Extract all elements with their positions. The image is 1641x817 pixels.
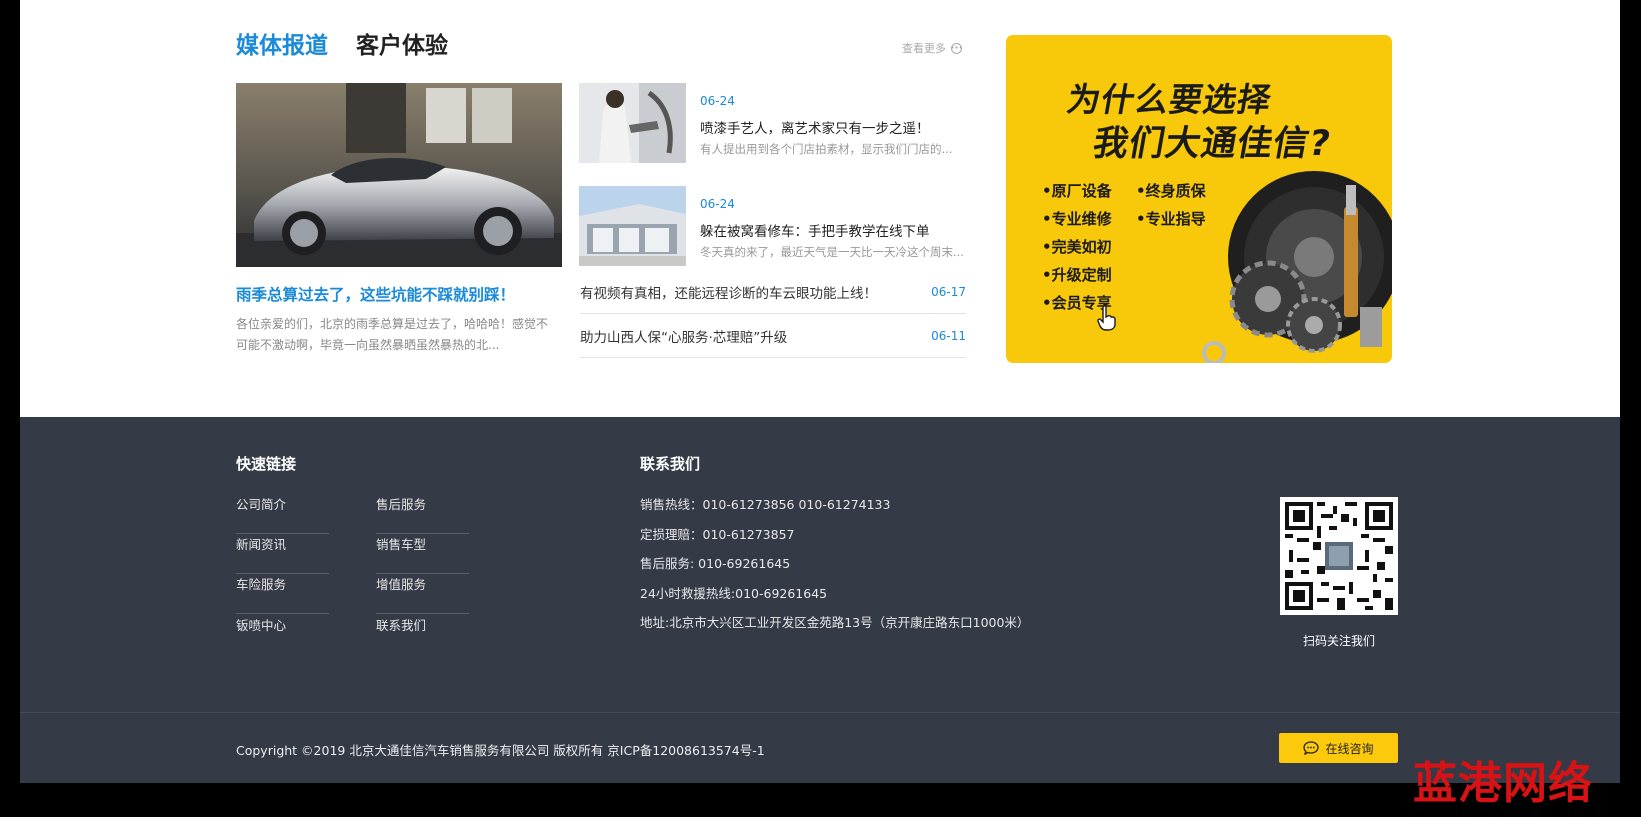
store-photo-icon: [579, 186, 686, 266]
news-list-date: 06-11: [931, 329, 966, 343]
banner-feature: •原厂设备: [1042, 182, 1112, 200]
footer-link-label: 增值服务: [376, 577, 427, 592]
banner-feature: •专业维修: [1042, 210, 1112, 228]
news-thumbnail-painting[interactable]: [579, 83, 686, 163]
footer-link-label: 车险服务: [236, 577, 287, 592]
footer-link-label: 销售车型: [376, 537, 427, 552]
contact-heading: 联系我们: [640, 455, 701, 473]
news-tabs: 媒体报道 客户体验: [236, 26, 448, 60]
tab-customer-experience[interactable]: 客户体验: [356, 26, 448, 60]
contact-sales-hotline: 销售热线：010-61273856 010-61274133: [640, 497, 891, 512]
footer-link-news[interactable]: 新闻资讯: [236, 534, 329, 574]
news-section: 媒体报道 客户体验 查看更多 ••• 雨季总算过去了，这些坑能不踩就别踩！ 各位…: [20, 0, 1620, 417]
watermark-text: 蓝港网络: [1413, 758, 1593, 809]
wechat-qr-code: [1280, 497, 1398, 615]
footer-link-label: 钣喷中心: [236, 618, 287, 633]
contact-address: 地址:北京市大兴区工业开发区金苑路13号（京开康庄路东口1000米）: [640, 615, 1030, 630]
online-consult-button[interactable]: 在线咨询: [1279, 733, 1398, 763]
news-item-description: 有人提出用到各个门店拍素材，显示我们门店的...: [700, 142, 953, 156]
more-icon: •••: [950, 42, 963, 54]
footer-link-value-added[interactable]: 增值服务: [376, 574, 469, 614]
chat-bubble-icon: [1303, 741, 1320, 755]
featured-image[interactable]: [236, 83, 562, 267]
footer-link-label: 公司简介: [236, 497, 287, 512]
footer-link-paint-center[interactable]: 钣喷中心: [236, 615, 329, 655]
view-more-label: 查看更多: [902, 42, 946, 55]
banner-headline-1: 为什么要选择: [1064, 80, 1275, 119]
footer-link-after-sales[interactable]: 售后服务: [376, 494, 469, 534]
news-list-item[interactable]: 助力山西人保“心服务·芯理赔”升级 06-11: [580, 315, 966, 358]
hand-cursor-icon: [1097, 305, 1116, 331]
news-item-description: 冬天真的来了，最近天气是一天比一天冷这个周末...: [700, 245, 964, 259]
online-consult-label: 在线咨询: [1325, 741, 1374, 756]
copyright-text: Copyright ©2019 北京大通佳信汽车销售服务有限公司 版权所有 京I…: [236, 743, 765, 758]
news-item-date: 06-24: [700, 94, 735, 108]
footer-link-label: 新闻资讯: [236, 537, 287, 552]
footer-link-label: 售后服务: [376, 497, 427, 512]
view-more-link[interactable]: 查看更多 •••: [902, 40, 963, 56]
tab-media-reports[interactable]: 媒体报道: [236, 26, 328, 60]
news-item-date: 06-24: [700, 197, 735, 211]
qr-code-icon: [1285, 502, 1393, 610]
featured-title[interactable]: 雨季总算过去了，这些坑能不踩就别踩！: [236, 283, 566, 305]
banner-feature: •完美如初: [1042, 238, 1112, 256]
site-footer: 快速链接 公司简介 售后服务 新闻资讯 销售车型 车险服务 增值服务 钣喷中心 …: [20, 417, 1620, 783]
news-list-title: 助力山西人保“心服务·芯理赔”升级: [580, 330, 788, 346]
qr-caption: 扫码关注我们: [1302, 634, 1375, 648]
news-list-title: 有视频有真相，还能远程诊断的车云眼功能上线！: [580, 286, 877, 302]
tire-and-gears-icon: [1202, 171, 1392, 363]
news-item-title[interactable]: 躲在被窝看修车：手把手教学在线下单: [700, 220, 970, 240]
why-choose-us-banner[interactable]: 为什么要选择 我们大通佳信? •原厂设备 •终身质保 •专业维修 •专业指导 •…: [1006, 35, 1392, 363]
featured-description: 各位亲爱的们，北京的雨季总算是过去了，哈哈哈！感觉不可能不激动啊，毕竟一向虽然暴…: [236, 317, 549, 352]
footer-link-about[interactable]: 公司简介: [236, 494, 329, 534]
footer-divider: [20, 712, 1620, 713]
painting-photo-icon: [579, 83, 686, 163]
news-list-item[interactable]: 有视频有真相，还能远程诊断的车云眼功能上线！ 06-17: [580, 271, 966, 314]
page: 媒体报道 客户体验 查看更多 ••• 雨季总算过去了，这些坑能不踩就别踩！ 各位…: [20, 0, 1620, 783]
news-item-title[interactable]: 喷漆手艺人，离艺术家只有一步之遥！: [700, 117, 970, 137]
news-thumbnail-store[interactable]: [579, 186, 686, 266]
car-photo-icon: [236, 83, 562, 267]
contact-claims: 定损理赔：010-61273857: [640, 527, 795, 542]
contact-after-sales: 售后服务: 010-69261645: [640, 556, 791, 571]
footer-link-contact[interactable]: 联系我们: [376, 615, 469, 655]
quick-links-heading: 快速链接: [236, 455, 297, 473]
footer-link-models[interactable]: 销售车型: [376, 534, 469, 574]
banner-headline-2: 我们大通佳信?: [1089, 124, 1335, 164]
contact-rescue-hotline: 24小时救援热线:010-69261645: [640, 586, 828, 601]
footer-link-label: 联系我们: [376, 618, 427, 633]
banner-feature: •升级定制: [1042, 266, 1112, 284]
news-list-date: 06-17: [931, 285, 966, 299]
footer-link-insurance[interactable]: 车险服务: [236, 574, 329, 614]
